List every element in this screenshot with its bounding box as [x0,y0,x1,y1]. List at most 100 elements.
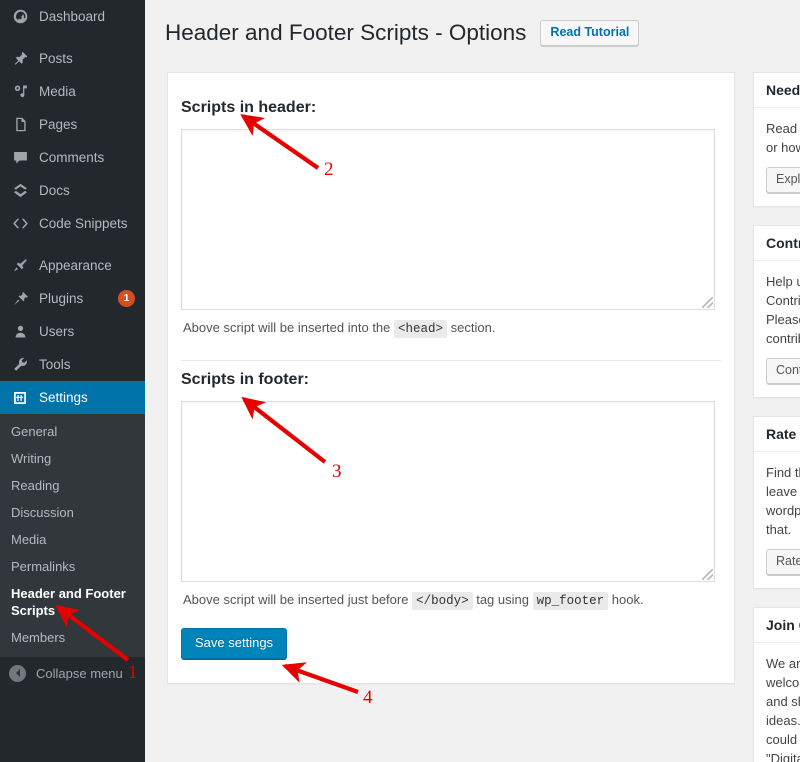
widget-join-community: Join C We are welcom and sh ideas. could… [753,607,800,762]
pages-icon [9,115,31,135]
desc-text-before: Above script will be inserted just befor… [183,592,409,607]
widget-text-line: Find th [766,465,800,480]
sidebar-item-label: Users [39,324,75,339]
code-icon [9,214,31,234]
scripts-in-footer-description: Above script will be inserted just befor… [183,591,721,610]
widget-text-line: Help u [766,274,800,289]
annotation-number-2: 2 [324,159,334,180]
sidebar-item-plugins[interactable]: Plugins 1 [0,282,145,315]
widget-body: Find th leave a wordp that. Rate [754,452,800,588]
sidebar-item-dashboard[interactable]: Dashboard [0,0,145,33]
widget-text-line: welcom [766,675,800,690]
sidebar-separator [0,240,145,249]
content-area: Header and Footer Scripts - Options Read… [145,0,800,762]
submenu-item-header-and-footer-scripts[interactable]: Header and Footer Scripts [0,580,145,624]
sidebar-item-label: Tools [39,357,71,372]
collapse-menu-button[interactable]: Collapse menu [0,656,145,690]
widget-title: Rate 5 [754,417,800,452]
desc-text-before: Above script will be inserted into the [183,320,391,335]
chevron-left-icon [9,664,26,682]
head-tag-code: <head> [394,320,448,338]
scripts-in-footer-textarea[interactable] [181,401,715,582]
pin-icon [9,49,31,69]
sidebar-item-label: Media [39,84,76,99]
scripts-in-header-description: Above script will be inserted into the <… [183,319,721,338]
widget-rate-5-stars: Rate 5 Find th leave a wordp that. Rate [753,416,800,589]
widget-body: Read p or how Expl [754,108,800,206]
scripts-in-header-label: Scripts in header: [181,99,317,116]
widget-text-line: or how [766,140,800,155]
widget-text-line: could [766,732,798,747]
sidebar-item-comments[interactable]: Comments [0,141,145,174]
resize-handle-icon[interactable] [702,569,713,580]
desc-text-after: hook. [611,592,644,607]
dashboard-icon [9,7,31,27]
sidebar-item-label: Comments [39,150,105,165]
sidebar-item-posts[interactable]: Posts [0,42,145,75]
media-icon [9,82,31,102]
options-form-card: Scripts in header: Above script will be … [167,72,735,684]
docs-icon [9,181,31,201]
page-header: Header and Footer Scripts - Options Read… [145,0,800,48]
users-icon [9,322,31,342]
widget-title: Need [754,73,800,108]
sidebar-item-tools[interactable]: Tools [0,348,145,381]
sidebar-item-label: Docs [39,183,70,198]
sidebar-item-label: Settings [39,390,88,405]
sidebar-item-label: Appearance [39,258,112,273]
sidebar-item-media[interactable]: Media [0,75,145,108]
plugins-update-badge: 1 [118,290,135,307]
widget-text-line: Please [766,312,800,327]
collapse-menu-label: Collapse menu [36,665,123,681]
widget-text-line: wordp [766,503,800,518]
desc-text-middle: tag using [476,592,529,607]
sidebar-separator [0,33,145,42]
sidebar-widgets-column: Need Read p or how Expl Contri Help u Co… [753,72,800,762]
widget-text-line: leave a [766,484,800,499]
scripts-in-footer-label: Scripts in footer: [181,371,310,388]
submenu-item-reading[interactable]: Reading [0,472,145,499]
widget-contribute: Contri Help u Contri Please contrib Cont [753,225,800,398]
sidebar-item-docs[interactable]: Docs [0,174,145,207]
sidebar-item-label: Code Snippets [39,216,128,231]
annotation-number-4: 4 [363,687,373,708]
submenu-item-writing[interactable]: Writing [0,445,145,472]
submenu-item-general[interactable]: General [0,418,145,445]
wp-footer-hook-code: wp_footer [532,592,609,610]
body-tag-code: </body> [412,592,473,610]
submenu-item-media[interactable]: Media [0,526,145,553]
sidebar-item-code-snippets[interactable]: Code Snippets [0,207,145,240]
save-settings-button[interactable]: Save settings [181,628,288,659]
sidebar-item-settings[interactable]: Settings [0,381,153,414]
sidebar-item-pages[interactable]: Pages [0,108,145,141]
widget-text-line: contrib [766,331,800,346]
sidebar-item-users[interactable]: Users [0,315,145,348]
read-tutorial-button[interactable]: Read Tutorial [540,20,640,46]
annotation-number-1: 1 [128,662,138,683]
submenu-item-permalinks[interactable]: Permalinks [0,553,145,580]
submenu-item-members[interactable]: Members [0,624,145,651]
sidebar-item-label: Dashboard [39,9,106,24]
widget-action-button[interactable]: Cont [766,358,800,384]
widget-text-line: Contri [766,293,800,308]
widget-text-line: We are [766,656,800,671]
widget-action-button[interactable]: Expl [766,167,800,193]
tools-icon [9,355,31,375]
comments-icon [9,148,31,168]
widget-action-button[interactable]: Rate [766,549,800,575]
settings-submenu: General Writing Reading Discussion Media… [0,414,145,657]
desc-text-after: section. [450,320,496,335]
widget-text-line: and sh [766,694,800,709]
widget-text-line: Read p [766,121,800,136]
section-divider [181,360,721,361]
sidebar-item-appearance[interactable]: Appearance [0,249,145,282]
submenu-item-discussion[interactable]: Discussion [0,499,145,526]
resize-handle-icon[interactable] [702,297,713,308]
widget-title: Contri [754,226,800,261]
admin-sidebar: Dashboard Posts Media Pages Comments Doc… [0,0,153,762]
widget-title: Join C [754,608,800,643]
sidebar-item-label: Pages [39,117,78,132]
page-title: Header and Footer Scripts - Options [165,20,527,45]
scripts-in-header-textarea[interactable] [181,129,715,310]
settings-icon [9,388,31,408]
